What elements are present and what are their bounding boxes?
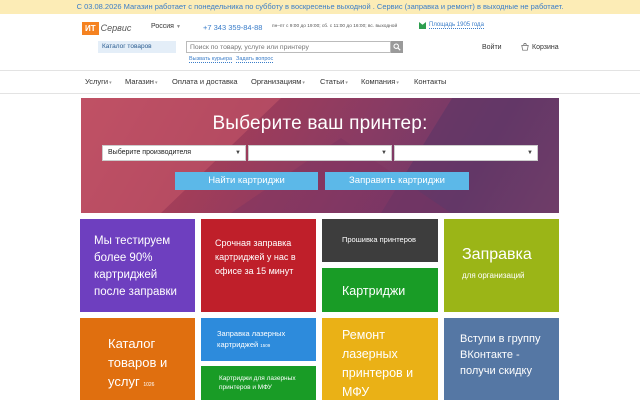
logo-text: Сервис xyxy=(100,23,132,33)
nav-label: Организациям xyxy=(251,77,302,86)
tile-text: Каталог товаров и услуг 1026 xyxy=(108,334,190,395)
tile-count: 1509 xyxy=(260,343,271,348)
header: ИТ Сервис Россия ▼ +7 343 359-84-88 пн–пт… xyxy=(0,14,640,70)
nav-label: Услуги xyxy=(85,77,109,86)
nav-item-contacts[interactable]: Контакты xyxy=(414,77,446,86)
tile-text: Заправка xyxy=(462,246,532,263)
region-label: Россия xyxy=(151,23,174,30)
cart-label: Корзина xyxy=(532,43,559,51)
announcement-bar: С 03.08.2026 Магазин работает с понедель… xyxy=(0,0,640,14)
chevron-down-icon: ▼ xyxy=(527,150,533,156)
chevron-down-icon: ▼ xyxy=(381,150,387,156)
tile-text-main: Каталог товаров и услуг xyxy=(108,336,168,389)
nav-item-services[interactable]: Услуги▾ xyxy=(85,77,112,86)
nav-label: Контакты xyxy=(414,77,447,86)
nav-item-articles[interactable]: Статьи▾ xyxy=(320,77,348,86)
nav-label: Магазин xyxy=(125,77,154,86)
tile-text: Прошивка принтеров xyxy=(342,235,417,244)
opening-hours: пн–пт с 9:00 до 19:00; сб. с 11:00 до 16… xyxy=(272,24,398,29)
tile-text: Заправка лазерных картриджей 1509 xyxy=(217,328,313,351)
cart-link[interactable]: Корзина xyxy=(521,43,559,51)
tile-laser-refill[interactable]: Заправка лазерных картриджей 1509 xyxy=(201,318,316,361)
chevron-down-icon: ▾ xyxy=(154,80,158,86)
logo[interactable]: ИТ Сервис xyxy=(82,20,131,36)
nav-item-shop[interactable]: Магазин▾ xyxy=(125,77,157,86)
tile-text: Картриджи для лазерных принтеров и МФУ xyxy=(219,375,296,391)
tile-text: Вступи в группу ВКонтакте - получи скидк… xyxy=(460,333,541,377)
search-icon xyxy=(393,43,401,51)
find-cartridges-button[interactable]: Найти картриджи xyxy=(175,172,318,190)
tile-tested-cartridges[interactable]: Мы тестируем более 90% картриджей после … xyxy=(80,219,195,312)
nav-label: Компания xyxy=(361,77,396,86)
phone-number[interactable]: +7 343 359-84-88 xyxy=(203,23,262,32)
tile-text-main: Заправка лазерных картриджей xyxy=(217,329,286,349)
region-selector[interactable]: Россия ▼ xyxy=(151,23,181,30)
catalog-button[interactable]: Каталог товаров xyxy=(98,41,176,53)
manufacturer-select[interactable]: Выберите производителя ▼ xyxy=(102,145,246,161)
ask-question-link[interactable]: Задать вопрос xyxy=(236,56,274,63)
nav-item-organizations[interactable]: Организациям▾ xyxy=(251,77,305,86)
tile-cartridges[interactable]: Картриджи xyxy=(322,268,438,312)
nav-label: Статьи xyxy=(320,77,345,86)
call-courier-link[interactable]: Вызвать курьера xyxy=(189,56,233,63)
banner-title: Выберите ваш принтер: xyxy=(212,113,428,134)
tile-vk-group[interactable]: Вступи в группу ВКонтакте - получи скидк… xyxy=(444,318,559,400)
chevron-down-icon: ▾ xyxy=(302,80,305,86)
series-select[interactable]: ▼ xyxy=(248,145,392,161)
tile-text: Срочная заправка картриджей у нас в офис… xyxy=(215,238,296,276)
chevron-down-icon: ▼ xyxy=(175,24,181,30)
tile-count: 1026 xyxy=(143,382,155,388)
chevron-down-icon: ▼ xyxy=(235,150,241,156)
nav-label: Оплата и доставка xyxy=(172,77,238,86)
chevron-down-icon: ▾ xyxy=(345,80,348,86)
nav-item-payment-delivery[interactable]: Оплата и доставка xyxy=(172,77,238,86)
tile-text: Картриджи xyxy=(342,284,406,298)
refill-cartridges-button[interactable]: Заправить картриджи xyxy=(325,172,469,190)
address-link[interactable]: Площадь 1905 года xyxy=(419,22,484,29)
tile-catalog[interactable]: Каталог товаров и услуг 1026 xyxy=(80,318,195,400)
chevron-down-icon: ▾ xyxy=(396,80,399,86)
search-button[interactable] xyxy=(391,41,403,53)
nav-item-company[interactable]: Компания▾ xyxy=(361,77,399,86)
logo-mark: ИТ xyxy=(82,21,99,35)
login-link[interactable]: Войти xyxy=(482,44,502,51)
tile-refill-organizations[interactable]: Заправка для организаций xyxy=(444,219,559,312)
tile-text: Мы тестируем более 90% картриджей после … xyxy=(94,235,177,298)
tile-mfu-cartridges[interactable]: Картриджи для лазерных принтеров и МФУ xyxy=(201,366,316,400)
model-select[interactable]: ▼ xyxy=(394,145,538,161)
tile-text: Ремонт лазерных принтеров и МФУ xyxy=(342,328,414,399)
tile-printer-firmware[interactable]: Прошивка принтеров xyxy=(322,219,438,262)
address-label: Площадь 1905 года xyxy=(429,22,484,29)
tile-printer-repair[interactable]: Ремонт лазерных принтеров и МФУ xyxy=(322,318,438,400)
cart-icon xyxy=(521,43,529,51)
search-input[interactable] xyxy=(186,41,391,53)
manufacturer-select-value: Выберите производителя xyxy=(108,149,192,156)
tile-urgent-refill[interactable]: Срочная заправка картриджей у нас в офис… xyxy=(201,219,316,312)
main-nav: Услуги▾ Магазин▾ Оплата и доставка Орган… xyxy=(0,70,640,94)
tile-subtext: для организаций xyxy=(462,271,525,280)
chevron-down-icon: ▾ xyxy=(109,80,112,86)
map-icon xyxy=(419,22,426,29)
printer-selector-banner: Выберите ваш принтер: Выберите производи… xyxy=(81,98,559,213)
